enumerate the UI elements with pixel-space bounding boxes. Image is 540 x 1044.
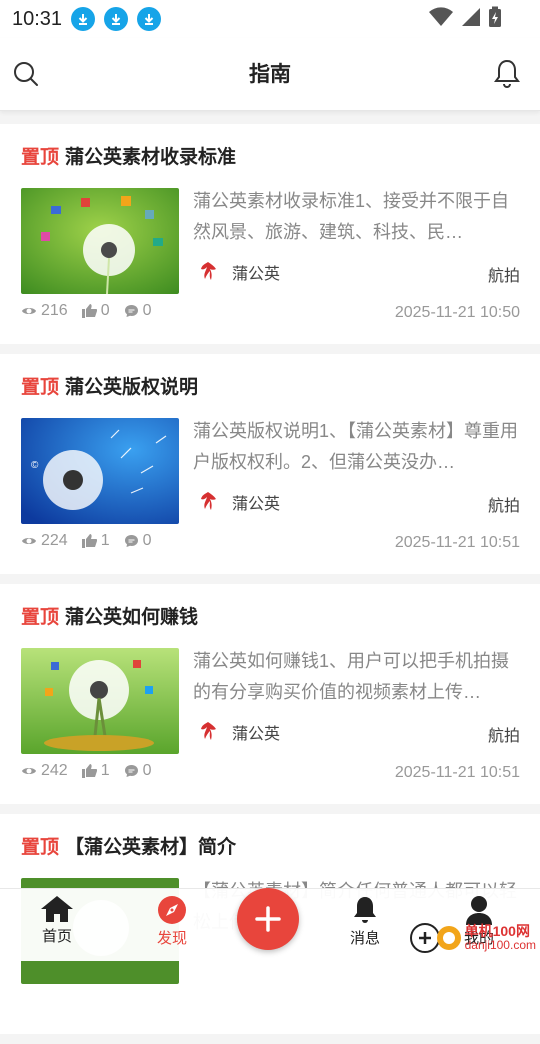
post-title-text: 蒲公英版权说明	[65, 377, 199, 398]
post-date: 2025-11-21 10:51	[394, 534, 520, 551]
post-title[interactable]: 置顶 蒲公英如何赚钱	[21, 602, 198, 629]
plus-icon	[255, 906, 281, 932]
compass-icon	[158, 896, 186, 924]
post-stats: 242 1 0	[21, 762, 166, 780]
post-date: 2025-11-21 10:51	[394, 764, 520, 781]
view-count: 216	[21, 302, 68, 320]
comment-icon	[124, 535, 138, 547]
post-card[interactable]: 置顶 蒲公英如何赚钱 蒲公英如何赚钱1、用户可以把手机拍摄的有分享购买价值的视频素…	[0, 584, 540, 804]
download-icon	[137, 7, 162, 31]
like-count[interactable]: 1	[81, 762, 110, 780]
add-post-button[interactable]	[237, 888, 299, 950]
nav-discover-label: 发现	[156, 930, 187, 947]
post-title-text: 【蒲公英素材】简介	[65, 837, 237, 858]
nav-messages-label: 消息	[349, 930, 380, 947]
post-thumbnail[interactable]: ©	[21, 418, 179, 524]
status-bar: 10:31	[0, 0, 540, 38]
like-count[interactable]: 1	[81, 532, 110, 550]
eye-icon	[22, 308, 36, 314]
post-card[interactable]: 置顶 蒲公英版权说明 © 蒲公英版权说明1、【蒲公英素材】尊重用户版权权利。2、但…	[0, 354, 540, 574]
watermark: 单机100网 danji100.com	[409, 920, 536, 956]
author-name: 蒲公英	[232, 266, 281, 283]
app-header: 指南	[0, 38, 540, 111]
comment-icon	[124, 765, 138, 777]
author-name: 蒲公英	[232, 496, 281, 513]
bell-icon	[354, 897, 376, 923]
home-icon	[41, 896, 73, 922]
category-tag[interactable]: 航拍	[488, 492, 520, 516]
status-time: 10:31	[12, 7, 63, 30]
author-avatar-icon	[201, 262, 216, 280]
svg-text:©: ©	[31, 460, 39, 471]
author-avatar-icon	[201, 492, 216, 510]
post-author[interactable]: 蒲公英	[196, 489, 280, 515]
post-thumbnail[interactable]	[21, 648, 179, 754]
post-title-text: 蒲公英如何赚钱	[65, 607, 199, 628]
post-thumbnail[interactable]	[21, 188, 179, 294]
post-title-text: 蒲公英素材收录标准	[65, 147, 237, 168]
category-tag[interactable]: 航拍	[488, 722, 520, 746]
pinned-badge: 置顶	[21, 837, 60, 858]
post-summary: 蒲公英如何赚钱1、用户可以把手机拍摄的有分享购买价值的视频素材上传…	[193, 651, 510, 702]
download-icon	[104, 7, 129, 31]
thumbs-up-icon	[81, 304, 97, 318]
pinned-badge: 置顶	[21, 377, 60, 398]
post-stats: 216 0 0	[21, 302, 166, 320]
post-date: 2025-11-21 10:50	[394, 304, 520, 321]
eye-icon	[22, 538, 36, 544]
like-count[interactable]: 0	[81, 302, 110, 320]
view-count: 224	[21, 532, 68, 550]
comment-count[interactable]: 0	[124, 302, 152, 320]
view-count: 242	[21, 762, 68, 780]
page-title: 指南	[249, 63, 291, 86]
category-tag[interactable]: 航拍	[488, 262, 520, 286]
author-avatar-icon	[201, 722, 216, 740]
watermark-url: danji100.com	[464, 938, 536, 952]
author-name: 蒲公英	[232, 726, 281, 743]
thumbs-up-icon	[81, 764, 97, 778]
post-title[interactable]: 置顶 蒲公英素材收录标准	[21, 142, 236, 169]
post-stats: 224 1 0	[21, 532, 166, 550]
wifi-icon	[429, 7, 453, 26]
post-author[interactable]: 蒲公英	[196, 719, 280, 745]
watermark-title: 单机100网	[464, 923, 530, 939]
battery-icon	[489, 6, 501, 27]
eye-icon	[22, 768, 36, 774]
nav-discover[interactable]: 发现	[137, 895, 207, 948]
pinned-badge: 置顶	[21, 147, 60, 168]
nav-home[interactable]: 首页	[22, 895, 92, 946]
bell-icon[interactable]	[494, 58, 520, 93]
post-card[interactable]: 置顶 蒲公英素材收录标准 蒲公英素材收录标准1、接受并不限于自然风景、旅游、建筑、…	[0, 124, 540, 344]
post-author[interactable]: 蒲公英	[196, 259, 280, 285]
watermark-logo-icon	[409, 923, 461, 953]
post-title[interactable]: 置顶 蒲公英版权说明	[21, 372, 198, 399]
comment-count[interactable]: 0	[124, 532, 152, 550]
nav-home-label: 首页	[41, 928, 72, 945]
post-title[interactable]: 置顶 【蒲公英素材】简介	[21, 832, 236, 859]
download-icon	[71, 7, 96, 31]
post-summary: 蒲公英版权说明1、【蒲公英素材】尊重用户版权权利。2、但蒲公英没办…	[193, 421, 519, 472]
pinned-badge: 置顶	[21, 607, 60, 628]
post-summary: 蒲公英素材收录标准1、接受并不限于自然风景、旅游、建筑、科技、民…	[193, 191, 510, 242]
thumbs-up-icon	[81, 534, 97, 548]
comment-icon	[124, 305, 138, 317]
comment-count[interactable]: 0	[124, 762, 152, 780]
signal-icon	[462, 8, 480, 26]
nav-messages[interactable]: 消息	[330, 895, 400, 948]
